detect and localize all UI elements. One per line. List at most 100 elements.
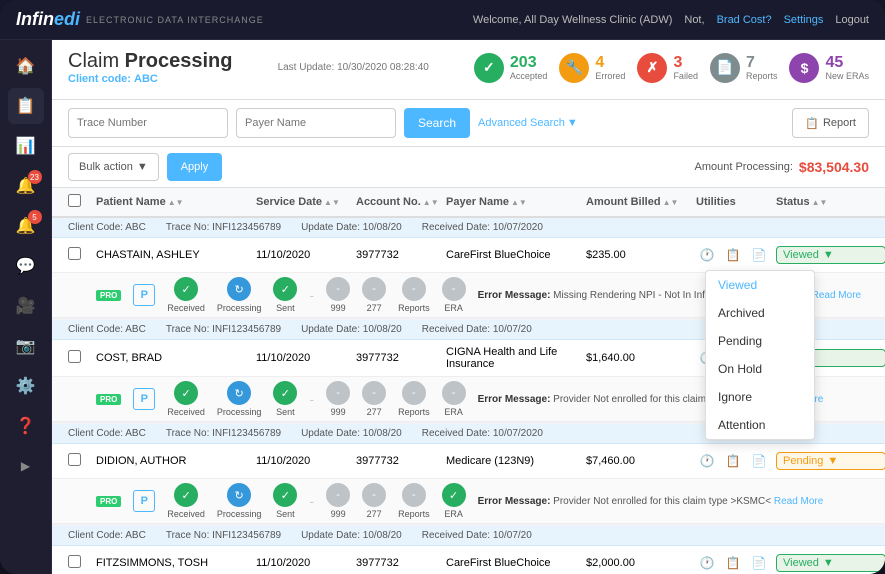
errored-badge[interactable]: 🔧 4 Errored xyxy=(559,53,625,83)
bulk-action-button[interactable]: Bulk action ▼ xyxy=(68,153,159,181)
patient-name: FITZSIMMONS, TOSH xyxy=(96,557,256,569)
logo-subtitle: ELECTRONIC DATA INTERCHANGE xyxy=(86,15,264,25)
doc-icon[interactable]: 📄 xyxy=(748,552,770,574)
service-date: 11/10/2020 xyxy=(256,455,356,467)
page-header: Claim Processing Client code: ABC Last U… xyxy=(52,40,885,100)
select-all-checkbox[interactable] xyxy=(68,194,81,207)
status-cell[interactable]: Viewed ▼ xyxy=(776,246,885,264)
clock-icon[interactable]: 🕐 xyxy=(696,450,718,472)
read-more-link[interactable]: Read More xyxy=(774,496,823,507)
user-link[interactable]: Brad Cost? xyxy=(717,14,772,26)
col-payer-name[interactable]: Payer Name ▲▼ xyxy=(446,194,586,210)
table-row: FITZSIMMONS, TOSH 11/10/2020 3977732 Car… xyxy=(52,546,885,574)
sidebar-item-play[interactable]: ▶ xyxy=(8,448,44,484)
dropdown-item-attention[interactable]: Attention xyxy=(706,411,814,439)
alerts-badge: 5 xyxy=(28,210,42,224)
group-trace-no: Trace No: INFI123456789 xyxy=(166,428,281,439)
sidebar-item-analytics[interactable]: 📊 xyxy=(8,128,44,164)
patient-name: CHASTAIN, ASHLEY xyxy=(96,249,256,261)
search-button[interactable]: Search xyxy=(404,108,470,138)
chevron-down-icon: ▼ xyxy=(823,249,834,261)
clock-icon[interactable]: 🕐 xyxy=(696,244,718,266)
dropdown-item-on-hold[interactable]: On Hold xyxy=(706,355,814,383)
utilities[interactable]: 🕐 📋 📄 xyxy=(696,552,776,574)
sidebar-item-home[interactable]: 🏠 xyxy=(8,48,44,84)
table-row: DIDION, AUTHOR 11/10/2020 3977732 Medica… xyxy=(52,444,885,479)
sidebar-item-notifications[interactable]: 🔔 23 xyxy=(8,168,44,204)
logo: Infinedi xyxy=(16,9,80,30)
logout-link[interactable]: Logout xyxy=(835,14,869,26)
sidebar-item-video[interactable]: 🎥 xyxy=(8,288,44,324)
col-account-no[interactable]: Account No. ▲▼ xyxy=(356,194,446,210)
settings-link[interactable]: Settings xyxy=(784,14,824,26)
sidebar-item-alerts[interactable]: 🔔 5 xyxy=(8,208,44,244)
status-dropdown[interactable]: Pending ▼ xyxy=(776,452,885,470)
advanced-search[interactable]: Advanced Search ▼ xyxy=(478,117,578,129)
row-checkbox[interactable] xyxy=(68,453,96,469)
report-button[interactable]: 📋 Report xyxy=(792,108,869,138)
amount-billed: $235.00 xyxy=(586,249,696,261)
step-277: - 277 xyxy=(362,277,386,313)
failed-badge[interactable]: ✗ 3 Failed xyxy=(637,53,698,83)
copy-icon[interactable]: 📋 xyxy=(722,244,744,266)
group-trace-no: Trace No: INFI123456789 xyxy=(166,324,281,335)
account-no: 3977732 xyxy=(356,249,446,261)
step-era: - ERA xyxy=(442,381,466,417)
reports-label: Reports xyxy=(746,71,778,81)
row-checkbox[interactable] xyxy=(68,247,96,263)
group-update-date: Update Date: 10/08/20 xyxy=(301,428,402,439)
status-dropdown[interactable]: Viewed ▼ xyxy=(776,246,885,264)
clock-icon[interactable]: 🕐 xyxy=(696,552,718,574)
status-cell[interactable]: Pending ▼ xyxy=(776,452,885,470)
doc-icon[interactable]: 📄 xyxy=(748,244,770,266)
col-amount-billed[interactable]: Amount Billed ▲▼ xyxy=(586,194,696,210)
sidebar-item-camera[interactable]: 📷 xyxy=(8,328,44,364)
sidebar: 🏠 📋 📊 🔔 23 🔔 5 💬 🎥 📷 ⚙️ ❓ ▶ xyxy=(0,40,52,574)
not-label: Not, xyxy=(684,14,704,26)
service-date: 11/10/2020 xyxy=(256,557,356,569)
payer-name-input[interactable] xyxy=(236,108,396,138)
group-update-date: Update Date: 10/08/20 xyxy=(301,530,402,541)
nav-right: Welcome, All Day Wellness Clinic (ADW) N… xyxy=(473,14,869,26)
failed-label: Failed xyxy=(673,71,698,81)
eras-badge[interactable]: $ 45 New ERAs xyxy=(789,53,869,83)
row-checkbox[interactable] xyxy=(68,555,96,571)
copy-icon[interactable]: 📋 xyxy=(722,450,744,472)
utilities[interactable]: 🕐 📋 📄 xyxy=(696,244,776,266)
last-update: Last Update: 10/30/2020 08:28:40 xyxy=(278,62,429,73)
status-dropdown-menu[interactable]: Viewed Archived Pending On Hold Ignore A… xyxy=(705,270,815,440)
sidebar-item-settings[interactable]: ⚙️ xyxy=(8,368,44,404)
dropdown-item-archived[interactable]: Archived xyxy=(706,299,814,327)
status-dropdown[interactable]: Viewed ▼ xyxy=(776,554,885,572)
copy-icon[interactable]: 📋 xyxy=(722,552,744,574)
trace-number-input[interactable] xyxy=(68,108,228,138)
apply-button[interactable]: Apply xyxy=(167,153,223,181)
col-patient-name[interactable]: Patient Name ▲▼ xyxy=(96,194,256,210)
group-client-code: Client Code: ABC xyxy=(68,222,146,233)
utilities[interactable]: 🕐 📋 📄 xyxy=(696,450,776,472)
reports-badge[interactable]: 📄 7 Reports xyxy=(710,53,778,83)
error-message: Error Message: Provider Not enrolled for… xyxy=(478,496,869,507)
dropdown-item-pending[interactable]: Pending xyxy=(706,327,814,355)
sidebar-item-claims[interactable]: 📋 xyxy=(8,88,44,124)
col-service-date[interactable]: Service Date ▲▼ xyxy=(256,194,356,210)
account-no: 3977732 xyxy=(356,557,446,569)
row-checkbox[interactable] xyxy=(68,350,96,366)
status-cell[interactable]: Viewed ▼ xyxy=(776,554,885,572)
group-trace-no: Trace No: INFI123456789 xyxy=(166,530,281,541)
col-status[interactable]: Status ▲▼ xyxy=(776,194,885,210)
dropdown-item-viewed[interactable]: Viewed xyxy=(706,271,814,299)
sidebar-item-help[interactable]: ❓ xyxy=(8,408,44,444)
eras-icon: $ xyxy=(789,53,819,83)
doc-icon[interactable]: 📄 xyxy=(748,450,770,472)
col-utilities: Utilities xyxy=(696,194,776,210)
dropdown-item-ignore[interactable]: Ignore xyxy=(706,383,814,411)
service-date: 11/10/2020 xyxy=(256,352,356,364)
read-more-link[interactable]: Read More xyxy=(812,290,861,301)
amount-billed: $1,640.00 xyxy=(586,352,696,364)
accepted-badge[interactable]: ✓ 203 Accepted xyxy=(474,53,548,83)
amount-billed: $7,460.00 xyxy=(586,455,696,467)
amount-value: $83,504.30 xyxy=(799,159,869,175)
sidebar-item-messages[interactable]: 💬 xyxy=(8,248,44,284)
step-reports: - Reports xyxy=(398,277,430,313)
